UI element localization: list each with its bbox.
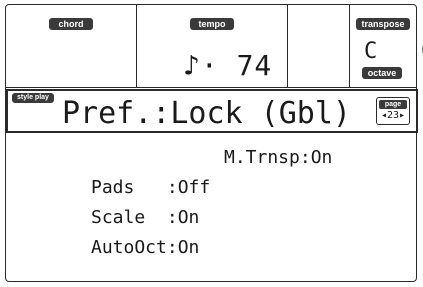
scale-lock[interactable]: Scale :On [91,207,199,228]
page-titlebar: style play Pref.:Lock (Gbl) page ◂23▸ [6,89,418,133]
tempo-value: ♪· 74 [183,49,273,82]
transpose-cell[interactable]: transpose C 0 octave [350,5,423,87]
page-arrows-icon[interactable]: ◂23▸ [378,110,408,122]
mode-label: style play [12,93,54,103]
chord-cell[interactable]: chord [6,5,137,87]
octave-label: octave [362,67,402,79]
chord-label: chord [49,18,93,30]
master-transpose-lock[interactable]: M.Trnsp:On [224,147,332,168]
transpose-value: C 0 [364,39,423,64]
status-bar: chord tempo ♪· 74 transpose C 0 octave [6,5,423,88]
empty-cell [288,5,350,87]
pads-lock[interactable]: Pads :Off [91,177,210,198]
auto-octave-lock[interactable]: AutoOct:On [91,237,199,258]
page-title: Pref.:Lock (Gbl) [62,96,351,131]
page-selector[interactable]: page ◂23▸ [376,97,410,125]
transpose-label: transpose [356,18,410,30]
tempo-label: tempo [190,18,234,30]
tempo-cell[interactable]: tempo ♪· 74 [137,5,288,87]
page-label: page [379,100,407,109]
lcd-screen: chord tempo ♪· 74 transpose C 0 octave s… [5,4,423,282]
